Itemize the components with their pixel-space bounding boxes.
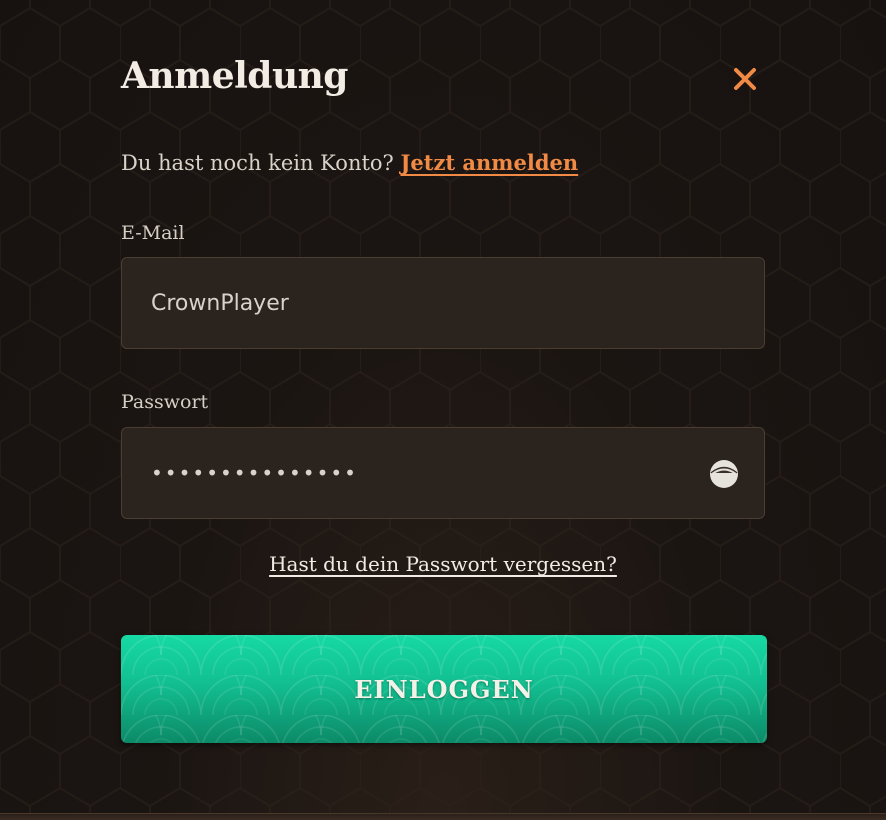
signup-prompt-row: Du hast noch kein Konto? Jetzt anmelden	[121, 150, 578, 175]
modal-title: Anmeldung	[121, 55, 348, 97]
email-label: E-Mail	[121, 222, 185, 244]
signup-link[interactable]: Jetzt anmelden	[401, 150, 579, 175]
password-toggle-button[interactable]	[706, 456, 742, 492]
password-label: Passwort	[121, 391, 209, 413]
modal-bottom-edge	[0, 813, 886, 820]
password-field[interactable]: •••••••••••••••	[121, 427, 765, 519]
email-value: CrownPlayer	[151, 290, 289, 316]
login-button-label: EINLOGGEN	[354, 674, 534, 704]
signup-prompt-text: Du hast noch kein Konto?	[121, 151, 394, 175]
eye-icon	[710, 460, 738, 488]
close-icon	[734, 68, 756, 90]
login-modal: Anmeldung Du hast noch kein Konto? Jetzt…	[0, 0, 886, 820]
forgot-password-link[interactable]: Hast du dein Passwort vergessen?	[269, 552, 617, 576]
password-value: •••••••••••••••	[151, 461, 358, 485]
close-button[interactable]	[728, 62, 762, 96]
forgot-password-row: Hast du dein Passwort vergessen?	[0, 552, 886, 576]
login-button[interactable]: EINLOGGEN	[121, 635, 767, 743]
email-field[interactable]: CrownPlayer	[121, 257, 765, 349]
